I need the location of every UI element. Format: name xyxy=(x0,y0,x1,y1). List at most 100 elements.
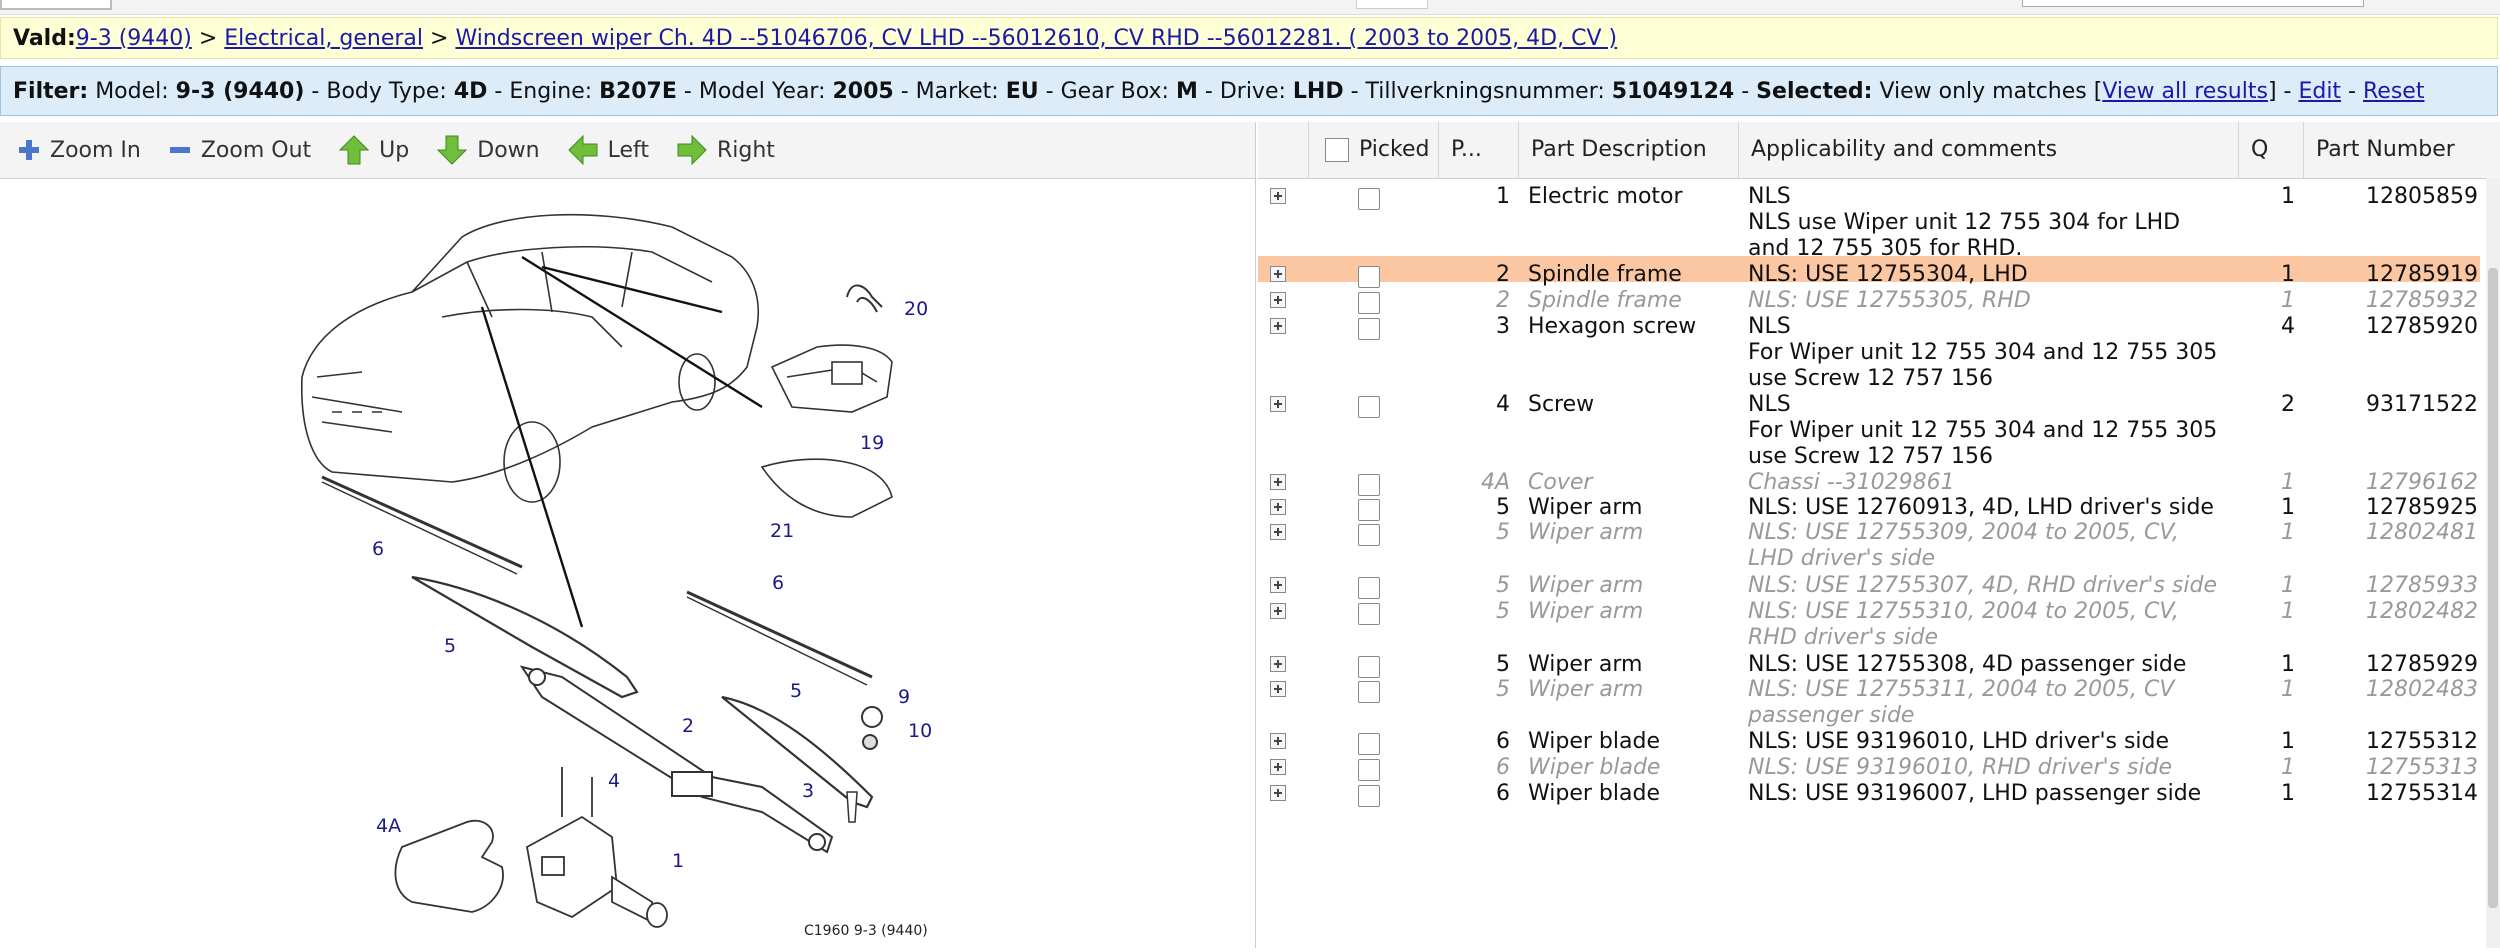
table-row[interactable]: 5 Wiper arm NLS: USE 12755310, 2004 to 200… xyxy=(1258,593,2480,650)
pan-left-button[interactable]: Left xyxy=(567,135,649,165)
picked-checkbox[interactable] xyxy=(1358,396,1380,418)
grid-scrollbar[interactable] xyxy=(2486,178,2500,948)
top-strip-control[interactable] xyxy=(1356,0,1428,9)
quantity-cell: 1 xyxy=(2281,599,2295,624)
callout-1: 1 xyxy=(672,850,684,872)
applicability-cell: NLS For Wiper unit 12 755 304 and 12 755… xyxy=(1748,392,2218,469)
position-cell: 5 xyxy=(1496,677,1510,702)
table-row[interactable]: 6 Wiper blade NLS: USE 93196010, RHD drive… xyxy=(1258,749,2480,781)
header-picked-label: Picked xyxy=(1359,137,1430,162)
filter-body-value: 4D xyxy=(453,79,488,104)
table-row[interactable]: 6 Wiper blade NLS: USE 93196007, LHD passe… xyxy=(1258,775,2480,807)
table-row[interactable]: 3 Hexagon screw NLS For Wiper unit 12 755 … xyxy=(1258,308,2480,391)
position-cell: 6 xyxy=(1496,781,1510,806)
table-row[interactable]: 2 Spindle frame NLS: USE 12755305, RHD 1 127… xyxy=(1258,282,2480,314)
expand-row-icon[interactable] xyxy=(1270,759,1286,775)
expand-row-icon[interactable] xyxy=(1270,292,1286,308)
expand-row-icon[interactable] xyxy=(1270,733,1286,749)
pan-down-button[interactable]: Down xyxy=(437,135,540,165)
callout-21: 21 xyxy=(770,520,794,542)
header-part-number[interactable]: Part Number xyxy=(2303,122,2486,178)
expand-row-icon[interactable] xyxy=(1270,681,1286,697)
table-row[interactable]: 5 Wiper arm NLS: USE 12755311, 2004 to 200… xyxy=(1258,671,2480,728)
view-all-results-link[interactable]: View all results xyxy=(2102,79,2268,104)
pan-up-label: Up xyxy=(379,137,410,163)
description-cell: Screw xyxy=(1528,392,1595,417)
expand-row-icon[interactable] xyxy=(1270,266,1286,282)
scrollbar-thumb[interactable] xyxy=(2488,268,2498,908)
description-cell: Electric motor xyxy=(1528,184,1683,209)
table-row[interactable]: 1 Electric motor NLS NLS use Wiper unit 12… xyxy=(1258,178,2480,261)
applicability-cell: NLS: USE 12755310, 2004 to 2005, CV, RHD… xyxy=(1748,599,2179,650)
callout-9: 9 xyxy=(898,686,910,708)
zoom-out-button[interactable]: Zoom Out xyxy=(169,138,311,163)
picked-checkbox[interactable] xyxy=(1358,681,1380,703)
pan-down-label: Down xyxy=(477,137,540,163)
callout-20: 20 xyxy=(904,298,928,320)
pan-up-button[interactable]: Up xyxy=(339,135,409,165)
applicability-cell: NLS: USE 93196007, LHD passenger side xyxy=(1748,781,2202,806)
position-cell: 5 xyxy=(1496,599,1510,624)
select-all-checkbox[interactable] xyxy=(1325,138,1349,162)
expand-row-icon[interactable] xyxy=(1270,396,1286,412)
picked-checkbox[interactable] xyxy=(1358,603,1380,625)
picked-checkbox[interactable] xyxy=(1358,524,1380,546)
pan-right-button[interactable]: Right xyxy=(677,135,775,165)
header-description[interactable]: Part Description xyxy=(1518,122,1738,178)
callout-6: 6 xyxy=(372,538,384,560)
header-quantity[interactable]: Q xyxy=(2238,122,2303,178)
picked-checkbox[interactable] xyxy=(1358,188,1380,210)
filter-model-value: 9-3 (9440) xyxy=(175,79,305,104)
part-number-cell: 12755314 xyxy=(2366,781,2478,806)
filter-label: Filter: xyxy=(13,79,89,104)
picked-checkbox[interactable] xyxy=(1358,318,1380,340)
arrow-right-icon xyxy=(677,135,707,165)
filter-drive-label: Drive: xyxy=(1219,79,1286,104)
table-row[interactable]: 5 Wiper arm NLS: USE 12755307, 4D, RHD dri… xyxy=(1258,567,2480,599)
header-applicability[interactable]: Applicability and comments xyxy=(1738,122,2238,178)
breadcrumb-link-model[interactable]: 9-3 (9440) xyxy=(76,26,192,51)
description-cell: Wiper arm xyxy=(1528,677,1644,702)
header-position[interactable]: P... xyxy=(1438,122,1518,178)
header-picked[interactable]: Picked xyxy=(1308,122,1438,178)
expand-row-icon[interactable] xyxy=(1270,318,1286,334)
top-strip-control[interactable] xyxy=(0,0,112,10)
expand-row-icon[interactable] xyxy=(1270,474,1286,490)
breadcrumb-label: Vald: xyxy=(13,26,76,51)
table-row[interactable]: 5 Wiper arm NLS: USE 12755309, 2004 to 200… xyxy=(1258,514,2480,571)
edit-filter-link[interactable]: Edit xyxy=(2298,79,2341,104)
expand-row-icon[interactable] xyxy=(1270,656,1286,672)
top-search-field[interactable] xyxy=(2022,0,2364,7)
reset-filter-link[interactable]: Reset xyxy=(2363,79,2424,104)
filter-market-label: Market: xyxy=(915,79,999,104)
picked-checkbox[interactable] xyxy=(1358,785,1380,807)
header-expander xyxy=(1258,122,1308,178)
filter-drive-value: LHD xyxy=(1292,79,1344,104)
table-row[interactable]: 6 Wiper blade NLS: USE 93196010, LHD drive… xyxy=(1258,723,2480,755)
expand-row-icon[interactable] xyxy=(1270,785,1286,801)
table-row[interactable]: 5 Wiper arm NLS: USE 12755308, 4D passenge… xyxy=(1258,646,2480,678)
filter-year-value: 2005 xyxy=(832,79,894,104)
expand-row-icon[interactable] xyxy=(1270,188,1286,204)
parts-diagram[interactable]: 20 19 21 6 6 5 5 9 10 2 3 4 4A 1 C1960 9… xyxy=(292,197,936,948)
table-row[interactable]: 4 Screw NLS For Wiper unit 12 755 304 and … xyxy=(1258,386,2480,469)
quantity-cell: 1 xyxy=(2281,184,2295,209)
zoom-in-button[interactable]: Zoom In xyxy=(18,138,141,163)
breadcrumb-link-section[interactable]: Windscreen wiper Ch. 4D --51046706, CV L… xyxy=(455,26,1617,51)
diagram-toolbar: Zoom In Zoom Out Up Down Left Right xyxy=(0,122,1256,179)
position-cell: 3 xyxy=(1496,314,1510,339)
expand-row-icon[interactable] xyxy=(1270,603,1286,619)
table-row[interactable]: 4A Cover Chassi --31029861 1 12796162 xyxy=(1258,464,2480,496)
applicability-cell: NLS NLS use Wiper unit 12 755 304 for LH… xyxy=(1748,184,2181,261)
position-cell: 5 xyxy=(1496,520,1510,545)
expand-row-icon[interactable] xyxy=(1270,524,1286,540)
table-row[interactable]: 5 Wiper arm NLS: USE 12760913, 4D, LHD dri… xyxy=(1258,489,2480,521)
zoom-in-label: Zoom In xyxy=(50,137,141,163)
filter-tillv-label: Tillverkningsnummer: xyxy=(1365,79,1605,104)
callout-3: 3 xyxy=(802,780,814,802)
expand-row-icon[interactable] xyxy=(1270,499,1286,515)
part-number-cell: 12805859 xyxy=(2366,184,2478,209)
expand-row-icon[interactable] xyxy=(1270,577,1286,593)
breadcrumb-link-group[interactable]: Electrical, general xyxy=(224,26,423,51)
table-row[interactable]: 2 Spindle frame NLS: USE 12755304, LHD 1 127… xyxy=(1258,256,2480,288)
